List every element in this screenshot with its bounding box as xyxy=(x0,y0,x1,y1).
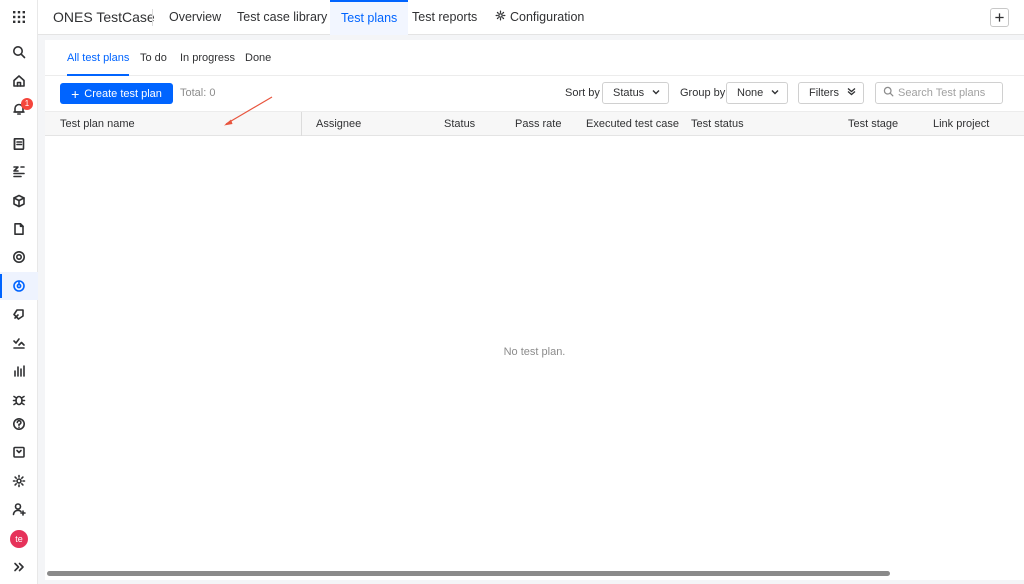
search-icon[interactable] xyxy=(0,38,38,66)
horizontal-scrollbar[interactable] xyxy=(47,571,890,576)
col-test-status[interactable]: Test status xyxy=(691,118,744,130)
tab-configuration-label: Configuration xyxy=(510,10,585,24)
subtab-all-test-plans[interactable]: All test plans xyxy=(67,40,130,76)
group-by-value: None xyxy=(737,87,764,99)
col-executed-test-case[interactable]: Executed test case xyxy=(586,118,679,130)
table-header: Test plan name Assignee Status Pass rate… xyxy=(45,111,1024,136)
col-status[interactable]: Status xyxy=(444,118,475,130)
col-assignee[interactable]: Assignee xyxy=(316,118,361,130)
home-icon[interactable] xyxy=(0,67,38,95)
gear-icon xyxy=(495,0,506,35)
app-title: ONES TestCase xyxy=(53,9,155,25)
expand-icon[interactable] xyxy=(0,553,38,581)
filter-chevrons-icon xyxy=(847,87,856,99)
tab-configuration[interactable]: Configuration xyxy=(484,0,595,35)
filters-button[interactable]: Filters xyxy=(798,82,864,104)
empty-state-text: No test plan. xyxy=(503,346,566,358)
notebook-icon[interactable] xyxy=(0,130,38,158)
annotation-arrow xyxy=(224,96,273,126)
search-box[interactable] xyxy=(875,82,1003,104)
tab-test-plans[interactable]: Test plans xyxy=(330,0,409,35)
tab-overview[interactable]: Overview xyxy=(158,0,232,35)
group-by-select[interactable]: None xyxy=(726,82,788,104)
bell-icon[interactable]: 1 xyxy=(0,95,38,123)
add-button[interactable] xyxy=(990,8,1009,27)
subtab-to-do[interactable]: To do xyxy=(140,40,167,76)
plus-icon xyxy=(995,13,1004,22)
create-test-plan-button[interactable]: + Create test plan xyxy=(60,83,173,104)
top-nav: ONES TestCase Overview Test case library… xyxy=(38,0,1024,35)
status-subtabs: All test plans To do In progress Done xyxy=(45,40,1024,76)
bar-chart-icon[interactable] xyxy=(0,357,38,385)
main-panel: All test plans To do In progress Done + … xyxy=(45,40,1024,580)
sort-alpha-icon[interactable] xyxy=(0,158,38,186)
tab-test-reports[interactable]: Test reports xyxy=(401,0,488,35)
tab-test-case-library[interactable]: Test case library xyxy=(226,0,338,35)
subtab-in-progress[interactable]: In progress xyxy=(180,40,235,76)
apps-grid-icon[interactable] xyxy=(0,3,38,31)
cube-icon[interactable] xyxy=(0,187,38,215)
col-pass-rate[interactable]: Pass rate xyxy=(515,118,561,130)
testcase-icon[interactable] xyxy=(0,272,38,300)
col-link-project[interactable]: Link project xyxy=(933,118,989,130)
chevron-down-icon xyxy=(652,87,660,99)
col-test-plan-name[interactable]: Test plan name xyxy=(60,118,135,130)
search-input[interactable] xyxy=(898,87,998,99)
nav-divider xyxy=(152,9,153,26)
avatar: te xyxy=(10,530,28,548)
notification-badge: 1 xyxy=(21,98,33,110)
rocket-icon[interactable] xyxy=(0,300,38,328)
help-icon[interactable] xyxy=(0,410,38,438)
subtab-done[interactable]: Done xyxy=(245,40,271,76)
column-resize-handle[interactable] xyxy=(301,112,302,136)
total-count: Total: 0 xyxy=(180,87,216,99)
user-add-icon[interactable] xyxy=(0,495,38,523)
chevron-down-icon xyxy=(771,87,779,99)
user-avatar[interactable]: te xyxy=(0,525,38,553)
search-icon xyxy=(883,86,894,100)
create-test-plan-label: Create test plan xyxy=(84,87,162,100)
sort-by-value: Status xyxy=(613,87,645,99)
document-icon[interactable] xyxy=(0,215,38,243)
filters-label: Filters xyxy=(809,87,839,99)
left-rail: 1 te xyxy=(0,0,38,584)
checklist-chart-icon[interactable] xyxy=(0,329,38,357)
settings-icon[interactable] xyxy=(0,467,38,495)
sort-by-label: Sort by xyxy=(565,87,600,99)
calendar-icon[interactable] xyxy=(0,438,38,466)
group-by-label: Group by xyxy=(680,87,726,99)
target-icon[interactable] xyxy=(0,243,38,271)
sort-by-select[interactable]: Status xyxy=(602,82,669,104)
plus-icon: + xyxy=(71,85,80,102)
col-test-stage[interactable]: Test stage xyxy=(848,118,898,130)
toolbar: + Create test plan Total: 0 Sort by Stat… xyxy=(45,76,1024,111)
